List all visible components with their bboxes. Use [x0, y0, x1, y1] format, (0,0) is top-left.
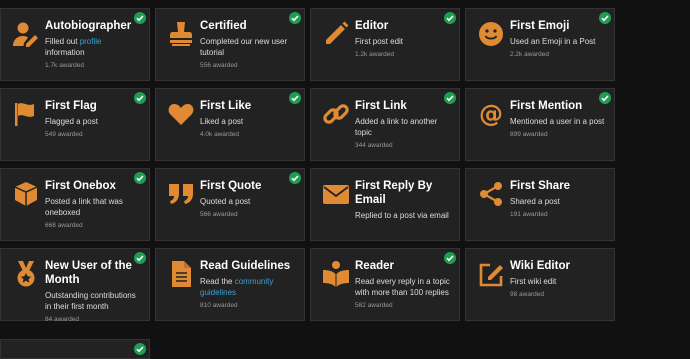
badge-description: Added a link to another topic [355, 117, 438, 137]
badge-description: Liked a post [200, 117, 244, 126]
badge-title: Read Guidelines [200, 260, 291, 272]
badge-title: Certified [200, 20, 247, 32]
badge-title: First Emoji [510, 20, 570, 32]
heart-icon [166, 99, 196, 129]
badge-card-first-onebox[interactable]: First Onebox Posted a link that was oneb… [0, 168, 150, 241]
badge-card-first-link[interactable]: First Link Added a link to another topic… [310, 88, 460, 161]
link-icon [321, 99, 351, 129]
flag-icon [11, 99, 41, 129]
badge-awarded-count: 549 awarded [45, 131, 83, 138]
badge-title: First Reply By Email [355, 180, 433, 206]
badge-title: Autobiographer [45, 20, 132, 32]
smile-icon [476, 19, 506, 49]
badge-description: Shared a post [510, 197, 560, 206]
check-icon [289, 92, 301, 104]
badge-card-autobiographer[interactable]: Autobiographer Filled out profile inform… [0, 8, 150, 81]
profile-link[interactable]: profile [80, 37, 102, 46]
badge-description: First wiki edit [510, 277, 557, 286]
edit-box-icon [476, 259, 506, 289]
badge-card-new-user-of-the-month[interactable]: New User of the Month Outstanding contri… [0, 248, 150, 323]
badge-description: Quoted a post [200, 197, 251, 206]
badge-awarded-count: 84 awarded [45, 316, 79, 323]
check-icon [444, 92, 456, 104]
badge-description: Read every reply in a topic with more th… [355, 277, 450, 297]
badge-awarded-count: 668 awarded [45, 222, 83, 229]
badge-card-first-share[interactable]: First Share Shared a post 191 awarded [465, 168, 615, 241]
badge-description: Used an Emoji in a Post [510, 37, 596, 46]
badge-title: New User of the Month [45, 260, 132, 286]
share-icon [476, 179, 506, 209]
cube-icon [11, 179, 41, 209]
badge-description: First post edit [355, 37, 404, 46]
check-icon [134, 343, 146, 355]
check-icon [134, 252, 146, 264]
pencil-icon [321, 19, 351, 49]
badge-card-first-like[interactable]: First Like Liked a post 4.0k awarded [155, 88, 305, 161]
badge-awarded-count: 566 awarded [200, 211, 238, 218]
badge-awarded-count: 191 awarded [510, 211, 548, 218]
file-text-icon [166, 259, 196, 289]
badge-description: Replied to a post via email [355, 211, 449, 220]
badge-card-certified[interactable]: Certified Completed our new user tutoria… [155, 8, 305, 81]
check-icon [444, 12, 456, 24]
badge-card-reader[interactable]: Reader Read every reply in a topic with … [310, 248, 460, 321]
badge-description: Filled out profile information [45, 37, 102, 57]
check-icon [134, 172, 146, 184]
check-icon [599, 92, 611, 104]
badge-card-partial[interactable] [0, 339, 150, 359]
badge-grid: Autobiographer Filled out profile inform… [0, 8, 615, 323]
badge-title: First Link [355, 100, 407, 112]
badge-title: First Quote [200, 180, 262, 192]
check-icon [289, 12, 301, 24]
badge-title: First Onebox [45, 180, 116, 192]
check-icon [599, 12, 611, 24]
badge-title: First Mention [510, 100, 583, 112]
badge-card-read-guidelines[interactable]: Read Guidelines Read the community guide… [155, 248, 305, 321]
badge-card-first-emoji[interactable]: First Emoji Used an Emoji in a Post 2.2k… [465, 8, 615, 81]
check-icon [134, 92, 146, 104]
badge-awarded-count: 2.2k awarded [510, 51, 550, 58]
book-icon [321, 259, 351, 289]
badge-description: Completed our new user tutorial [200, 37, 288, 57]
svg-text:@: @ [479, 100, 503, 128]
badge-title: Editor [355, 20, 389, 32]
badge-title: First Flag [45, 100, 97, 112]
badge-card-first-quote[interactable]: First Quote Quoted a post 566 awarded [155, 168, 305, 241]
check-icon [134, 12, 146, 24]
badge-description: Read the community guidelines [200, 277, 274, 297]
badge-title: Reader [355, 260, 394, 272]
quote-icon [166, 179, 196, 209]
badge-title: Wiki Editor [510, 260, 570, 272]
badge-title: First Share [510, 180, 571, 192]
badge-awarded-count: 344 awarded [355, 142, 393, 149]
at-icon: @ [476, 99, 506, 129]
badge-card-first-flag[interactable]: First Flag Flagged a post 549 awarded [0, 88, 150, 161]
user-edit-icon [11, 19, 41, 49]
envelope-icon [321, 179, 351, 209]
badge-card-first-reply-by-email[interactable]: First Reply By Email Replied to a post v… [310, 168, 460, 241]
badge-awarded-count: 899 awarded [510, 131, 548, 138]
badge-card-first-mention[interactable]: @ First Mention Mentioned a user in a po… [465, 88, 615, 161]
badge-awarded-count: 1.7k awarded [45, 62, 85, 69]
check-icon [289, 172, 301, 184]
badge-description: Mentioned a user in a post [510, 117, 605, 126]
badge-awarded-count: 810 awarded [200, 302, 238, 309]
stamp-icon [166, 19, 196, 49]
badge-awarded-count: 556 awarded [200, 62, 238, 69]
badge-title: First Like [200, 100, 252, 112]
badge-card-wiki-editor[interactable]: Wiki Editor First wiki edit 98 awarded [465, 248, 615, 321]
badge-description: Flagged a post [45, 117, 98, 126]
badge-awarded-count: 1.2k awarded [355, 51, 395, 58]
badge-awarded-count: 4.0k awarded [200, 131, 240, 138]
check-icon [444, 252, 456, 264]
medal-icon [11, 259, 41, 289]
badge-card-editor[interactable]: Editor First post edit 1.2k awarded [310, 8, 460, 81]
badge-description: Posted a link that was oneboxed [45, 197, 123, 217]
badge-awarded-count: 98 awarded [510, 291, 544, 298]
badge-description: Outstanding contributions in their first… [45, 291, 136, 311]
badge-awarded-count: 582 awarded [355, 302, 393, 309]
